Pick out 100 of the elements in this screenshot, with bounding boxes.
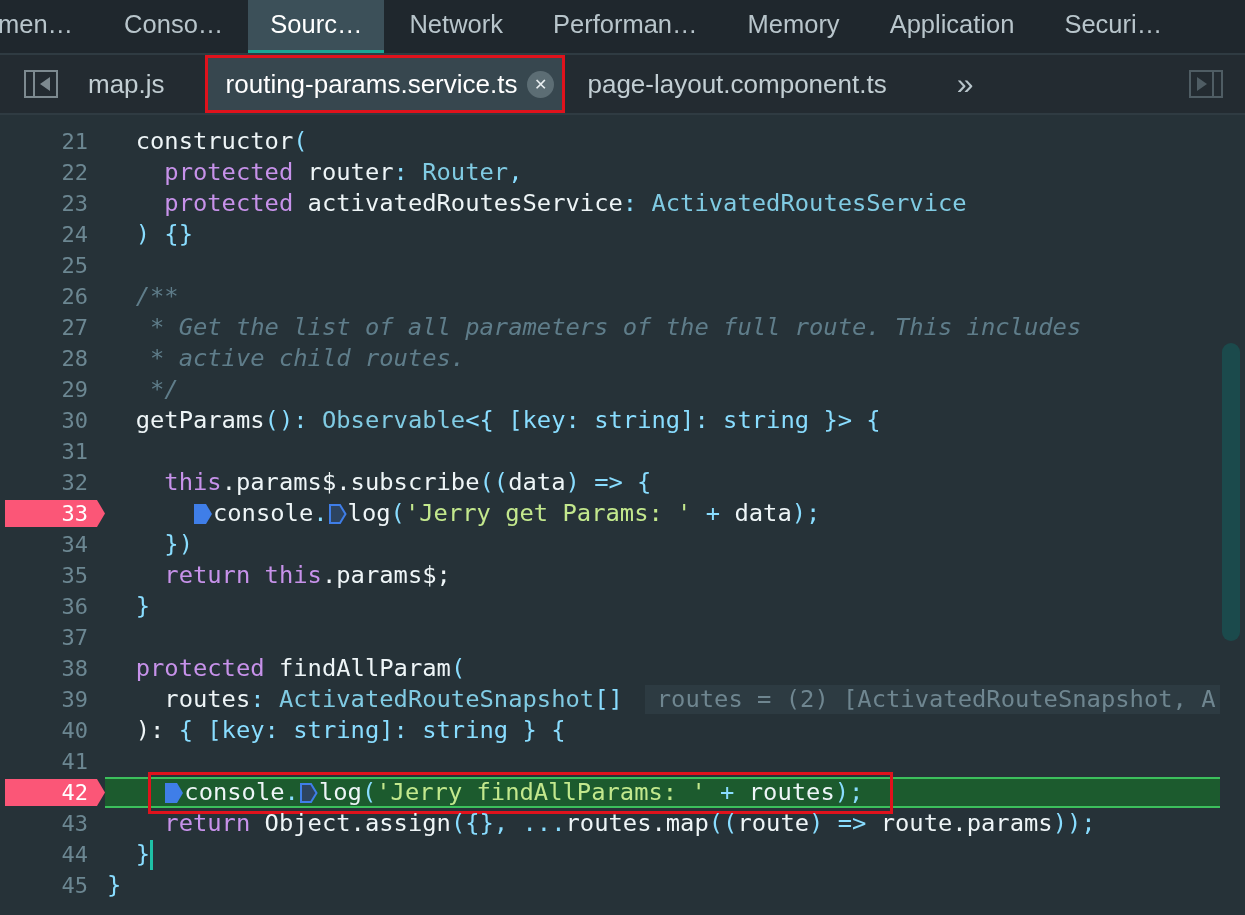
punctuation: ( — [390, 499, 405, 528]
identifier: routes — [748, 778, 835, 807]
punctuation: { [key: string]: string } { — [178, 716, 566, 745]
code-comment: /** — [135, 282, 179, 311]
line-number[interactable]: 34 — [5, 531, 97, 558]
line-number[interactable]: 35 — [5, 562, 97, 589]
inline-value: routes = (2) [ActivatedRouteSnapshot, A — [644, 685, 1220, 714]
line-number[interactable]: 31 — [5, 438, 97, 465]
punctuation: [] — [594, 685, 623, 714]
panel-tab[interactable]: Memory — [722, 0, 865, 53]
debugger-toggle-icon[interactable] — [1189, 70, 1223, 98]
identifier: routes — [164, 685, 251, 714]
punctuation: . — [313, 499, 328, 528]
sidebar-toggle-icon[interactable] — [24, 70, 58, 98]
line-number[interactable]: 25 — [5, 252, 97, 279]
identifier: data — [508, 468, 566, 497]
panel-tab[interactable]: Sourc… — [248, 0, 385, 53]
line-number[interactable]: 23 — [5, 190, 97, 217]
punctuation: , — [508, 158, 523, 187]
punctuation: ({}, ... — [450, 809, 566, 838]
keyword: protected — [164, 189, 294, 218]
line-number[interactable]: 21 — [5, 128, 97, 155]
punctuation: } — [135, 592, 150, 621]
identifier: route — [737, 809, 810, 838]
file-tab[interactable]: map.js — [68, 57, 185, 111]
punctuation: ); — [834, 778, 864, 807]
punctuation: <{ [key: string]: string }> { — [465, 406, 881, 435]
line-number[interactable]: 36 — [5, 593, 97, 620]
line-number[interactable]: 22 — [5, 159, 97, 186]
identifier: .params$; — [321, 561, 451, 590]
identifier: console — [184, 778, 285, 807]
line-number[interactable]: 42 — [5, 779, 105, 806]
line-number[interactable]: 33 — [5, 500, 105, 527]
line-number[interactable]: 28 — [5, 345, 97, 372]
panel-tab[interactable]: Conso… — [99, 0, 249, 53]
punctuation: )); — [1052, 809, 1096, 838]
punctuation: (): — [264, 406, 308, 435]
punctuation: : — [622, 189, 638, 218]
scrollbar-thumb[interactable] — [1222, 343, 1240, 641]
breakpoint-marker-icon[interactable] — [192, 502, 213, 525]
line-number[interactable]: 26 — [5, 283, 97, 310]
line-number[interactable]: 30 — [5, 407, 97, 434]
file-tab[interactable]: routing-params.service.ts ✕ — [207, 58, 563, 110]
line-number[interactable]: 39 — [5, 686, 97, 713]
keyword: protected — [135, 654, 265, 683]
identifier: log — [347, 499, 391, 528]
line-number[interactable]: 38 — [5, 655, 97, 682]
identifier: router — [307, 158, 394, 187]
keyword: protected — [164, 158, 294, 187]
type-name: ActivatedRouteSnapshot — [278, 685, 595, 714]
string-literal: 'Jerry findAllParams: ' — [376, 778, 706, 807]
punctuation: } — [107, 871, 122, 900]
identifier: routes.map — [565, 809, 709, 838]
line-number[interactable]: 29 — [5, 376, 97, 403]
close-icon[interactable]: ✕ — [527, 70, 555, 98]
string-literal: 'Jerry get Params: ' — [404, 499, 692, 528]
line-number[interactable]: 45 — [5, 872, 97, 899]
line-number[interactable]: 40 — [5, 717, 97, 744]
identifier: constructor — [135, 127, 294, 156]
panel-tab[interactable]: Securi… — [1039, 0, 1188, 53]
type-name: Router — [422, 158, 509, 187]
line-number[interactable]: 37 — [5, 624, 97, 651]
identifier: ): — [135, 716, 165, 745]
more-tabs-button[interactable]: » — [956, 67, 974, 101]
type-name: Observable — [321, 406, 466, 435]
keyword: return this — [164, 561, 322, 590]
identifier: Object.assign — [264, 809, 451, 838]
identifier: getParams — [135, 406, 265, 435]
punctuation: ( — [293, 127, 308, 156]
panel-tab[interactable]: men… — [0, 0, 100, 53]
punctuation: . — [284, 778, 299, 807]
line-number[interactable]: 41 — [5, 748, 97, 775]
keyword: return — [164, 809, 251, 838]
breakpoint-marker-icon[interactable] — [164, 781, 185, 804]
panel-tab[interactable]: Performan… — [528, 0, 723, 53]
line-number[interactable]: 24 — [5, 221, 97, 248]
punctuation: }) — [164, 530, 193, 559]
panel-tab[interactable]: Application — [864, 0, 1040, 53]
panel-tab[interactable]: Network — [384, 0, 528, 53]
punctuation: (( — [479, 468, 509, 497]
identifier: console — [212, 499, 314, 528]
line-number[interactable]: 43 — [5, 810, 97, 837]
keyword: this — [164, 468, 222, 497]
line-number[interactable]: 27 — [5, 314, 97, 341]
code-comment: */ — [150, 375, 179, 404]
punctuation: ( — [361, 778, 377, 807]
punctuation: } — [135, 840, 150, 869]
file-tab[interactable]: page-layout.component.ts — [567, 57, 907, 111]
type-name: ActivatedRoutesService — [651, 189, 967, 218]
identifier: route.params — [880, 809, 1053, 838]
punctuation: ) {} — [135, 220, 193, 249]
punctuation: + — [720, 778, 736, 807]
line-number[interactable]: 32 — [5, 469, 97, 496]
identifier: data — [734, 499, 792, 528]
punctuation: : — [393, 158, 408, 187]
identifier: log — [318, 778, 362, 807]
identifier: .params$.subscribe — [221, 468, 480, 497]
line-number[interactable]: 44 — [5, 841, 97, 868]
punctuation: (( — [708, 809, 738, 838]
punctuation: ( — [450, 654, 466, 683]
